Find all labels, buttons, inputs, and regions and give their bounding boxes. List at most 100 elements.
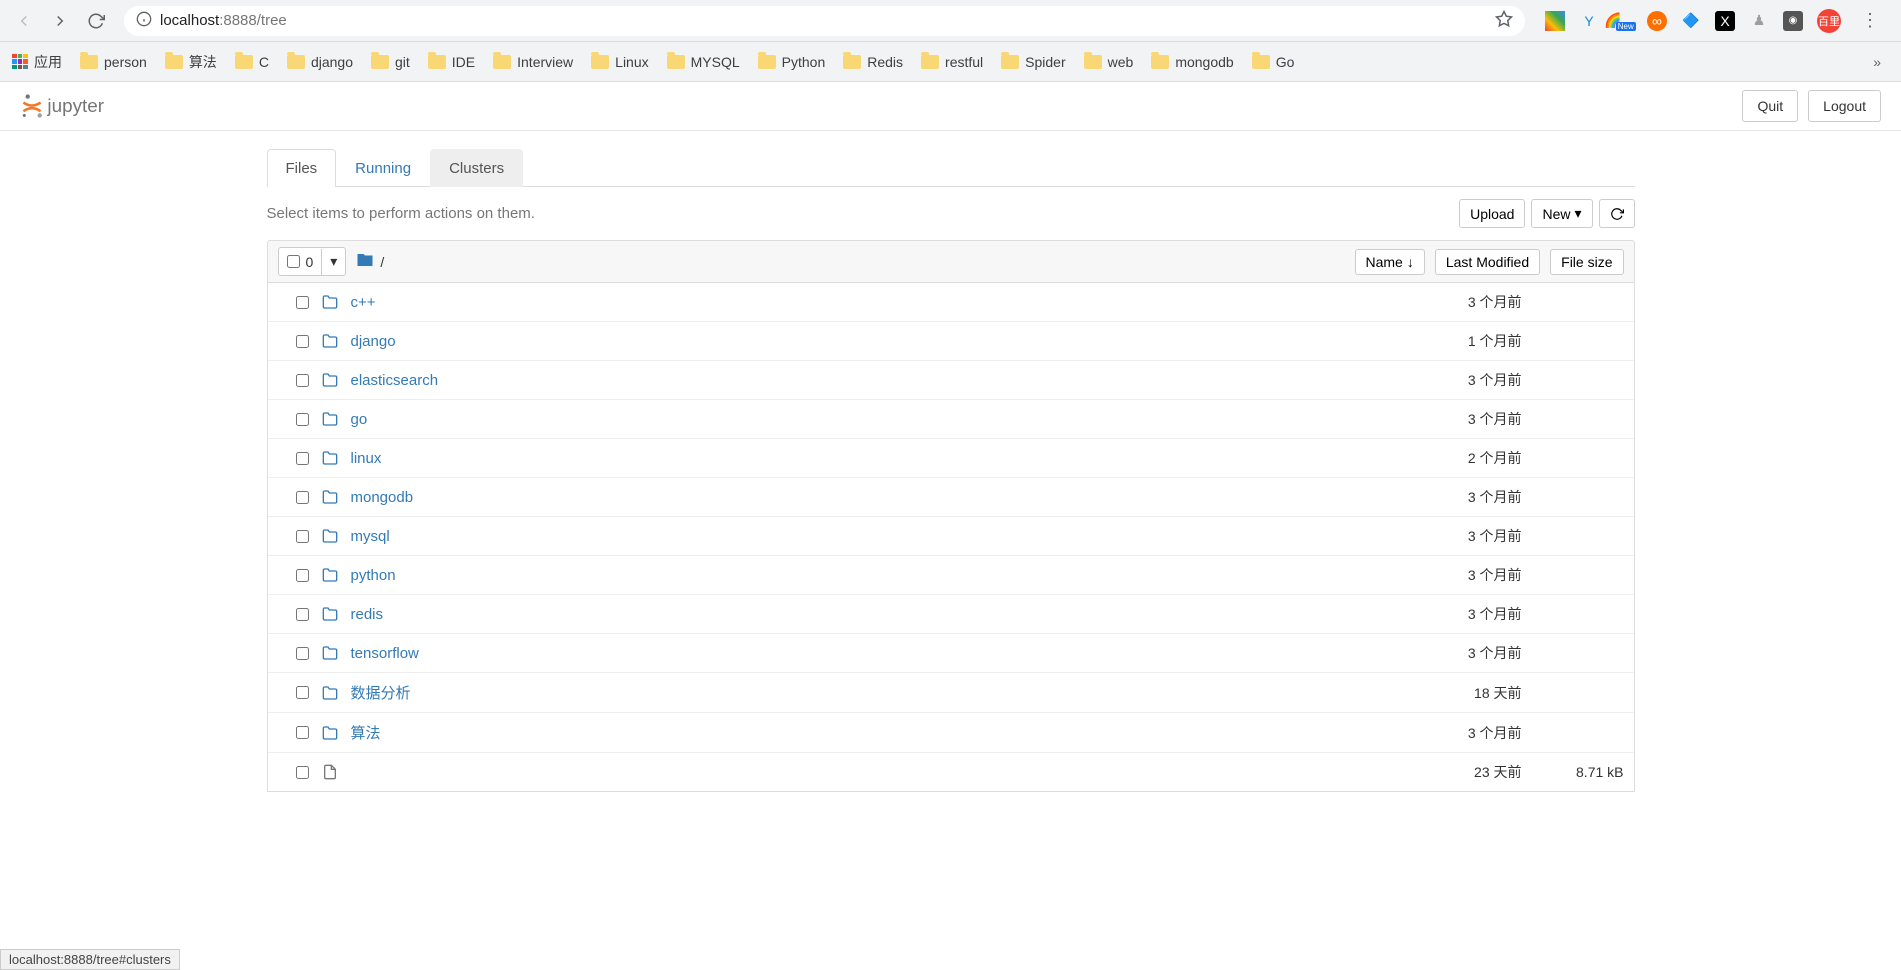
upload-button[interactable]: Upload	[1459, 199, 1525, 228]
new-button[interactable]: New ▾	[1531, 199, 1592, 228]
address-bar[interactable]: localhost:8888/tree	[124, 6, 1525, 36]
bookmark-item[interactable]: Spider	[1001, 54, 1065, 70]
jupyter-header: jupyter Quit Logout	[0, 82, 1901, 131]
bookmark-item[interactable]: Python	[758, 54, 826, 70]
bookmark-item[interactable]: django	[287, 54, 353, 70]
folder-icon	[80, 55, 98, 69]
row-checkbox[interactable]	[296, 296, 309, 309]
bookmark-item[interactable]: MYSQL	[667, 54, 740, 70]
folder-icon	[921, 55, 939, 69]
select-dropdown-caret[interactable]: ▾	[322, 248, 345, 275]
browser-menu-icon[interactable]: ⋮	[1855, 10, 1885, 31]
file-link[interactable]: redis	[351, 606, 1330, 623]
sort-size-button[interactable]: File size	[1550, 249, 1623, 275]
bookmark-item[interactable]: person	[80, 54, 147, 70]
row-checkbox[interactable]	[296, 647, 309, 660]
folder-icon	[321, 645, 339, 661]
file-link[interactable]: mongodb	[351, 489, 1330, 506]
bookmark-item[interactable]: git	[371, 54, 410, 70]
sort-modified-button[interactable]: Last Modified	[1435, 249, 1540, 275]
file-link[interactable]: go	[351, 411, 1330, 428]
quit-button[interactable]: Quit	[1742, 90, 1798, 122]
site-info-icon[interactable]	[136, 11, 152, 30]
file-row: c++3 个月前	[268, 283, 1634, 322]
folder-icon	[165, 55, 183, 69]
forward-button[interactable]	[46, 7, 74, 35]
tab-clusters[interactable]: Clusters	[430, 149, 523, 187]
extension-icon[interactable]: Y	[1579, 11, 1599, 31]
reload-button[interactable]	[82, 7, 110, 35]
file-modified: 3 个月前	[1342, 643, 1522, 663]
file-link[interactable]: tensorflow	[351, 645, 1330, 662]
file-link[interactable]: python	[351, 567, 1330, 584]
bookmark-star-icon[interactable]	[1495, 10, 1513, 31]
extension-icon[interactable]	[1545, 11, 1565, 31]
file-row: 数据分析 18 天前	[268, 673, 1634, 713]
extension-icon[interactable]: ∞	[1647, 11, 1667, 31]
row-checkbox[interactable]	[296, 452, 309, 465]
folder-icon	[493, 55, 511, 69]
bookmark-item[interactable]: restful	[921, 54, 983, 70]
tab-running[interactable]: Running	[336, 149, 430, 187]
folder-icon	[321, 725, 339, 741]
bookmark-item[interactable]: mongodb	[1151, 54, 1233, 70]
select-all-checkbox[interactable]	[287, 255, 300, 268]
file-link[interactable]: mysql	[351, 528, 1330, 545]
jupyter-logo[interactable]: jupyter	[20, 91, 140, 121]
row-checkbox[interactable]	[296, 335, 309, 348]
bookmark-item[interactable]: Interview	[493, 54, 573, 70]
hint-text: Select items to perform actions on them.	[267, 205, 535, 222]
toolbar-row: Select items to perform actions on them.…	[267, 187, 1635, 240]
bookmark-item[interactable]: 算法	[165, 52, 217, 72]
bookmark-item[interactable]: Linux	[591, 54, 648, 70]
refresh-button[interactable]	[1599, 199, 1635, 228]
row-checkbox[interactable]	[296, 686, 309, 699]
extension-icon[interactable]: 🌈New	[1613, 11, 1633, 31]
folder-icon	[1001, 55, 1019, 69]
row-checkbox[interactable]	[296, 413, 309, 426]
file-link[interactable]: 算法	[351, 722, 1330, 743]
bookmark-item[interactable]: Redis	[843, 54, 903, 70]
file-link[interactable]: django	[351, 333, 1330, 350]
row-checkbox[interactable]	[296, 608, 309, 621]
bookmark-item[interactable]: Go	[1252, 54, 1295, 70]
extension-icon[interactable]: 🔷	[1681, 11, 1701, 31]
caret-down-icon: ▾	[1574, 205, 1581, 222]
bookmark-item[interactable]: web	[1084, 54, 1134, 70]
file-modified: 18 天前	[1342, 683, 1522, 703]
file-modified: 3 个月前	[1342, 723, 1522, 743]
tab-files[interactable]: Files	[267, 149, 337, 187]
breadcrumb[interactable]: /	[356, 251, 384, 272]
file-row: 23 天前8.71 kB	[268, 753, 1634, 791]
row-checkbox[interactable]	[296, 374, 309, 387]
sort-name-button[interactable]: Name ↓	[1355, 249, 1425, 275]
file-list: c++3 个月前django1 个月前elasticsearch3 个月前go3…	[267, 283, 1635, 792]
row-checkbox[interactable]	[296, 726, 309, 739]
tabs: Files Running Clusters	[267, 149, 1635, 187]
file-link[interactable]: elasticsearch	[351, 372, 1330, 389]
bookmark-item[interactable]: IDE	[428, 54, 475, 70]
extension-icon[interactable]: X	[1715, 11, 1735, 31]
row-checkbox[interactable]	[296, 491, 309, 504]
apps-shortcut[interactable]: 应用	[12, 52, 62, 72]
row-checkbox[interactable]	[296, 569, 309, 582]
row-checkbox[interactable]	[296, 766, 309, 779]
extension-icon[interactable]: ♟	[1749, 11, 1769, 31]
bookmark-item[interactable]: C	[235, 54, 269, 70]
bookmarks-overflow-icon[interactable]: »	[1865, 54, 1889, 70]
back-button[interactable]	[10, 7, 38, 35]
status-bar: localhost:8888/tree#clusters	[0, 949, 180, 970]
folder-icon	[428, 55, 446, 69]
profile-avatar[interactable]: 百里	[1817, 9, 1841, 33]
file-link[interactable]: c++	[351, 294, 1330, 311]
file-icon	[321, 764, 339, 780]
file-link[interactable]: 数据分析	[351, 682, 1330, 703]
row-checkbox[interactable]	[296, 530, 309, 543]
file-row: mongodb3 个月前	[268, 478, 1634, 517]
logout-button[interactable]: Logout	[1808, 90, 1881, 122]
file-row: tensorflow 3 个月前	[268, 634, 1634, 673]
file-link[interactable]: linux	[351, 450, 1330, 467]
select-all-group[interactable]: 0 ▾	[278, 247, 347, 276]
extension-icon[interactable]: ◉	[1783, 11, 1803, 31]
browser-toolbar: localhost:8888/tree Y 🌈New ∞ 🔷 X ♟ ◉ 百里 …	[0, 0, 1901, 42]
